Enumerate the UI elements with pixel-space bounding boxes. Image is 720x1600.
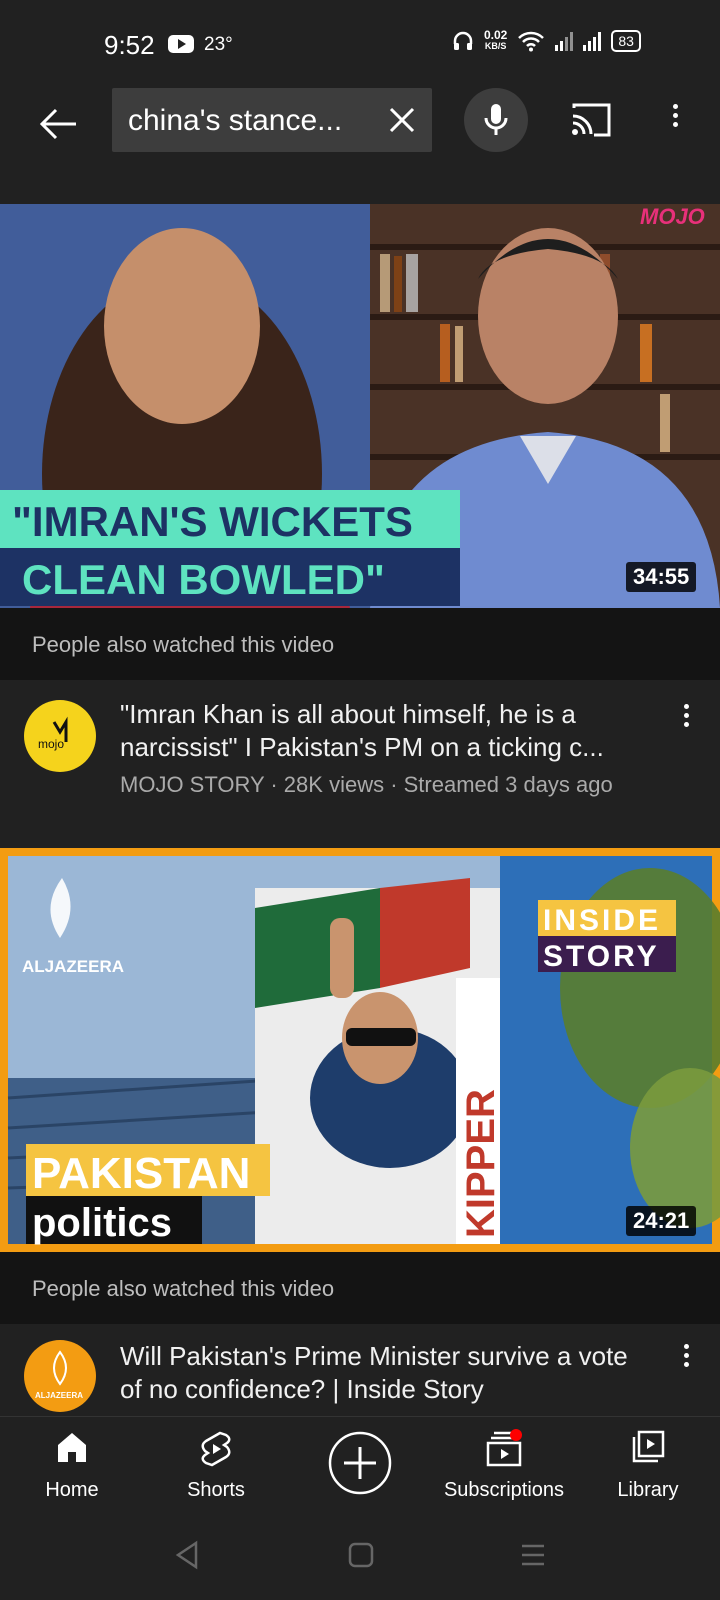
thumbnail-image: KIPPER ALJAZEERA INSIDE STORY PAKISTAN p… xyxy=(0,848,720,1252)
video-card[interactable]: KIPPER ALJAZEERA INSIDE STORY PAKISTAN p… xyxy=(0,848,720,1416)
video-info-row[interactable]: mojo "Imran Khan is all about himself, h… xyxy=(0,680,720,820)
headphones-icon xyxy=(453,31,473,50)
search-input[interactable]: china's stance... xyxy=(112,88,432,152)
channel-avatar[interactable]: ALJAZEERA xyxy=(24,1340,96,1412)
nav-library-label: Library xyxy=(617,1479,679,1501)
wifi-icon xyxy=(518,31,545,52)
system-recents-icon[interactable] xyxy=(520,1542,546,1568)
notification-dot xyxy=(510,1429,522,1441)
cast-icon[interactable] xyxy=(570,102,612,138)
video-card[interactable]: MOJO "IMRAN'S WICKETS CLEAN BOWLED" 34:5… xyxy=(0,204,720,822)
net-speed-value: 0.02 xyxy=(484,28,508,42)
network-speed: 0.02 KB/S xyxy=(484,28,508,52)
voice-search-button[interactable] xyxy=(464,88,528,152)
video-thumbnail[interactable]: MOJO "IMRAN'S WICKETS CLEAN BOWLED" 34:5… xyxy=(0,204,720,608)
nav-home[interactable]: Home xyxy=(2,1417,142,1513)
aljazeera-logo-icon: ALJAZEERA xyxy=(35,1350,83,1400)
nav-library[interactable]: Library xyxy=(578,1417,718,1513)
nav-home-label: Home xyxy=(45,1479,99,1501)
more-options-icon[interactable] xyxy=(660,100,690,140)
net-speed-unit: KB/S xyxy=(484,41,507,51)
nav-shorts-label: Shorts xyxy=(187,1479,245,1501)
people-also-watched-label: People also watched this video xyxy=(32,1276,335,1301)
signal-icon-2 xyxy=(583,31,602,51)
create-icon xyxy=(328,1431,392,1495)
back-arrow-icon[interactable] xyxy=(36,102,80,146)
shorts-icon xyxy=(201,1431,231,1467)
subscriptions-icon xyxy=(486,1429,522,1467)
home-icon xyxy=(58,1433,86,1462)
channel-avatar[interactable]: mojo xyxy=(24,700,96,772)
bottom-navigation: Home Shorts Subscriptions Library xyxy=(0,1416,720,1513)
people-also-watched-banner: People also watched this video xyxy=(0,608,720,680)
search-query[interactable]: china's stance... xyxy=(128,104,364,138)
video-title[interactable]: "Imran Khan is all about himself, he is … xyxy=(120,698,650,764)
status-temperature: 23° xyxy=(204,34,233,55)
people-also-watched-banner: People also watched this video xyxy=(0,1252,720,1324)
inside-story-line2: STORY xyxy=(543,940,660,973)
system-home-icon[interactable] xyxy=(348,1542,374,1568)
status-time: 9:52 xyxy=(104,30,155,60)
video-duration: 34:55 xyxy=(626,562,697,592)
video-meta: MOJO STORY · 28K views · Streamed 3 days… xyxy=(120,772,613,797)
thumbnail-caption-2: CLEAN BOWLED" xyxy=(22,556,385,603)
battery-indicator: 83 xyxy=(611,30,641,52)
video-info-row[interactable]: ALJAZEERA Will Pakistan's Prime Minister… xyxy=(0,1324,720,1416)
avatar-text: ALJAZEERA xyxy=(35,1391,83,1400)
video-duration: 24:21 xyxy=(626,1206,697,1236)
inside-story-line1: INSIDE xyxy=(543,904,661,937)
video-more-icon[interactable] xyxy=(676,700,696,734)
status-indicators: 0.02 KB/S 83 xyxy=(452,28,641,52)
video-more-icon[interactable] xyxy=(676,1340,696,1374)
youtube-notification-icon xyxy=(168,35,194,53)
thumbnail-image: MOJO "IMRAN'S WICKETS CLEAN BOWLED" xyxy=(0,204,720,608)
mojo-logo-icon: mojo xyxy=(38,716,68,751)
mic-icon xyxy=(484,104,508,135)
search-header: china's stance... xyxy=(0,88,720,198)
close-icon[interactable] xyxy=(386,104,418,136)
thumbnail-caption-2: politics xyxy=(32,1201,172,1245)
nav-subscriptions[interactable]: Subscriptions xyxy=(434,1417,574,1513)
aljazeera-logo-text: ALJAZEERA xyxy=(22,957,124,976)
nav-subscriptions-label: Subscriptions xyxy=(443,1479,565,1501)
system-navigation-bar xyxy=(0,1512,720,1600)
video-thumbnail[interactable]: KIPPER ALJAZEERA INSIDE STORY PAKISTAN p… xyxy=(0,848,720,1252)
avatar-text: mojo xyxy=(38,737,64,751)
people-also-watched-label: People also watched this video xyxy=(32,632,335,657)
thumbnail-caption-1: "IMRAN'S WICKETS xyxy=(12,498,413,545)
thumbnail-caption-1: PAKISTAN xyxy=(32,1149,250,1198)
signal-icon-1 xyxy=(555,31,574,51)
system-back-icon[interactable] xyxy=(174,1540,200,1570)
mojo-badge: MOJO xyxy=(640,204,705,229)
status-bar: 9:52 23° 0.02 KB/S 83 xyxy=(0,0,720,88)
nav-create[interactable] xyxy=(290,1417,430,1513)
nav-shorts[interactable]: Shorts xyxy=(146,1417,286,1513)
banner-text: KIPPER xyxy=(459,1089,503,1238)
video-title[interactable]: Will Pakistan's Prime Minister survive a… xyxy=(120,1340,650,1406)
library-icon xyxy=(632,1430,665,1463)
